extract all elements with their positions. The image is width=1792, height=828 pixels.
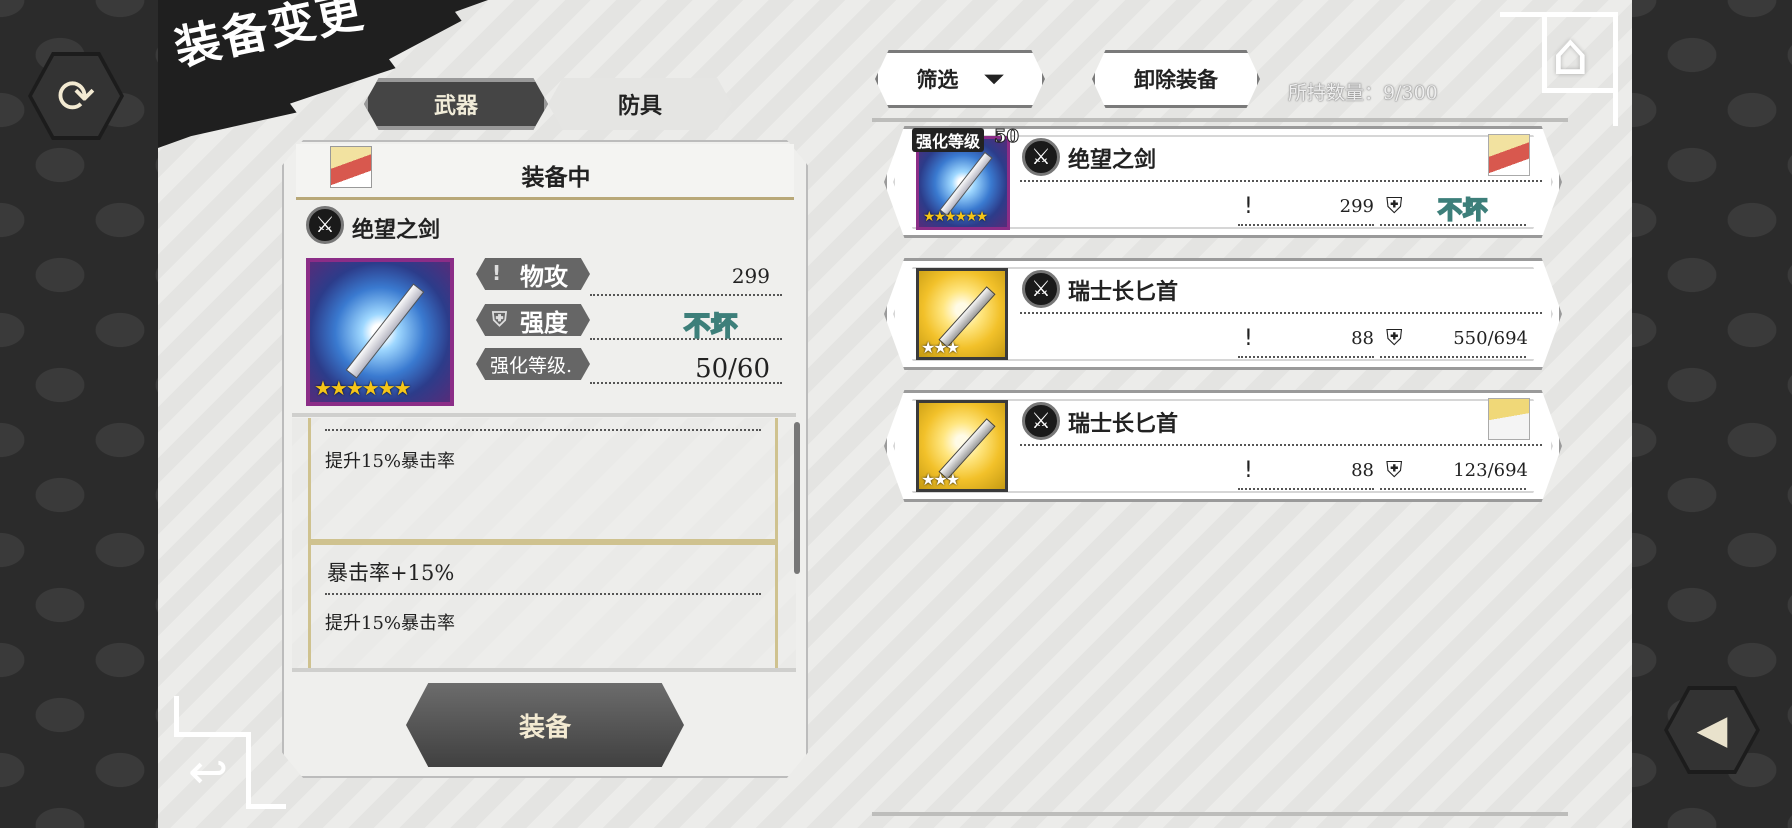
durability-value: 不坏 <box>683 311 739 343</box>
attack-icon: ! <box>1244 326 1253 351</box>
skill-card: 提升15%暴击率 <box>308 418 778 542</box>
sword-icon: ⚔ <box>1022 402 1060 440</box>
durability-label: ⛨ 强度 <box>476 304 590 336</box>
tab-weapon[interactable]: 武器 <box>364 78 548 130</box>
refresh-icon: ⟳ <box>56 69 96 123</box>
speaker-icon: ◀ <box>1696 707 1728 753</box>
attack-value: 299 <box>1339 196 1374 217</box>
skill-card: 暴击率+15% 提升15%暴击率 <box>308 542 778 672</box>
weapon-image: ★★★ <box>916 400 1008 492</box>
back-frame-line <box>174 696 179 736</box>
equipped-title: 装备中 <box>521 164 591 191</box>
skills-list[interactable]: 提升15%暴击率 暴击率+15% 提升15%暴击率 <box>292 418 796 672</box>
home-frame-line <box>1542 12 1547 92</box>
skill-title: 暴击率+15% <box>327 561 455 585</box>
enhance-level: 50 <box>993 126 1020 148</box>
panel-divider <box>292 668 796 672</box>
sword-icon: ⚔ <box>1022 270 1060 308</box>
item-name: 瑞士长匕首 <box>1068 279 1179 305</box>
durability-icon: ⛨ <box>1386 458 1403 483</box>
item-name: 绝望之剑 <box>1068 147 1157 173</box>
durability-value: 123/694 <box>1453 460 1528 481</box>
character-avatar <box>1488 134 1530 176</box>
stat-underline <box>1238 356 1374 358</box>
tab-armor[interactable]: 防具 <box>548 78 732 130</box>
home-icon: ⌂ <box>1552 20 1589 88</box>
rarity-stars: ★★★ <box>921 470 960 489</box>
attack-value: 88 <box>1351 328 1374 349</box>
enhance-value: 50/60 <box>695 354 770 384</box>
character-avatar <box>330 146 372 188</box>
item-name: 瑞士长匕首 <box>1068 411 1179 437</box>
weapon-image: ★★★★★★ <box>306 258 454 406</box>
equipped-weapon-name: 绝望之剑 <box>352 217 441 243</box>
blade-shape <box>939 151 993 217</box>
sword-icon: ⚔ <box>306 206 344 244</box>
panel-divider <box>292 413 796 417</box>
durability-value: 不坏 <box>1437 195 1488 225</box>
skill-divider <box>325 429 761 431</box>
durability-icon: ⛨ <box>1386 194 1403 219</box>
stat-underline <box>1380 356 1526 358</box>
rarity-stars: ★★★ <box>921 338 960 357</box>
filter-button[interactable]: 筛选 ⏷ <box>875 50 1045 108</box>
stat-underline <box>1380 488 1526 490</box>
sword-icon: ⚔ <box>1022 138 1060 176</box>
back-frame-line <box>246 732 251 808</box>
skill-description: 提升15%暴击率 <box>325 613 456 634</box>
weapon-image: ★★★ <box>916 268 1008 360</box>
stat-underline <box>1238 488 1374 490</box>
skill-divider <box>325 593 761 595</box>
rarity-stars: ★★★★★★ <box>923 209 988 225</box>
enhance-label: 强化等级. <box>476 348 590 380</box>
character-avatar <box>1488 398 1530 440</box>
home-button[interactable]: ⌂ <box>1500 12 1618 126</box>
item-divider <box>1020 444 1542 446</box>
attack-icon: ! <box>1244 458 1253 483</box>
equip-button[interactable]: 装备 <box>406 683 684 767</box>
unequip-button[interactable]: 卸除装备 <box>1092 50 1260 108</box>
back-frame-line <box>246 804 286 809</box>
skill-description: 提升15%暴击率 <box>325 451 456 472</box>
attack-value: 88 <box>1351 460 1374 481</box>
home-frame-line <box>1542 88 1618 93</box>
owned-count: 所持数量：9/300 <box>1288 82 1438 104</box>
enhance-badge: 强化等级 <box>912 128 985 152</box>
durability-icon: ⛨ <box>492 307 507 331</box>
blade-shape <box>345 283 425 379</box>
item-divider <box>1020 180 1542 182</box>
back-icon: ↩ <box>188 744 229 800</box>
chevron-down-icon: ⏷ <box>984 65 1004 93</box>
attack-value: 299 <box>731 264 770 288</box>
attack-underline <box>590 294 782 296</box>
item-divider <box>1020 312 1542 314</box>
attack-label: ! 物攻 <box>476 258 590 290</box>
rarity-stars: ★★★★★★ <box>314 376 412 400</box>
attack-icon: ! <box>1244 194 1253 219</box>
durability-value: 550/694 <box>1453 328 1528 349</box>
skills-scrollbar[interactable] <box>794 422 800 574</box>
stat-underline <box>1238 224 1374 226</box>
stat-underline <box>1380 224 1526 226</box>
back-frame-line <box>174 732 250 737</box>
durability-icon: ⛨ <box>1386 326 1403 351</box>
back-button[interactable]: ↩ <box>174 696 290 810</box>
attack-icon: ! <box>492 261 502 285</box>
filter-label: 筛选 <box>916 67 959 92</box>
